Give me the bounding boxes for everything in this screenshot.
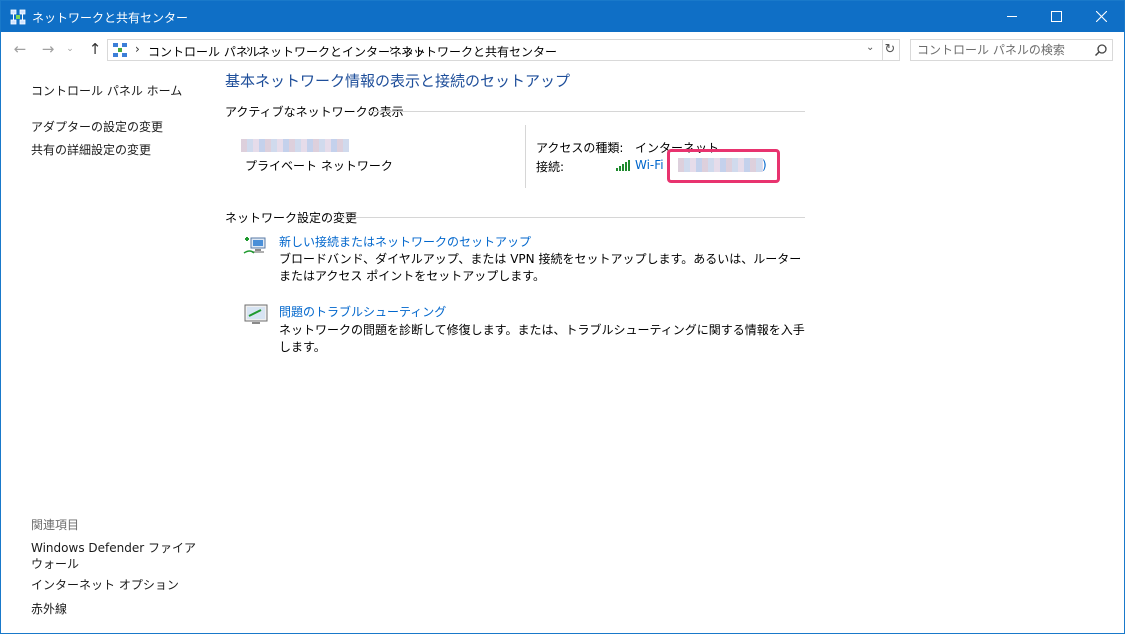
network-center-icon xyxy=(10,9,26,25)
highlight-box xyxy=(667,149,780,183)
related-items-label: 関連項目 xyxy=(31,518,80,532)
title-bar[interactable]: ネットワークと共有センター xyxy=(1,1,1124,32)
address-dropdown-icon[interactable]: ⌄ xyxy=(866,42,874,53)
change-adapter-settings-link[interactable]: アダプターの設定の変更 xyxy=(31,118,163,135)
troubleshoot-description: ネットワークの問題を診断して修復します。または、トラブルシューティングに関する情… xyxy=(279,323,805,354)
section-divider xyxy=(368,111,805,112)
setup-new-connection-link[interactable]: 新しい接続またはネットワークのセットアップ xyxy=(279,233,531,250)
breadcrumb-separator[interactable]: › xyxy=(246,42,251,56)
advanced-sharing-settings-link[interactable]: 共有の詳細設定の変更 xyxy=(31,141,151,158)
troubleshoot-icon xyxy=(244,304,268,324)
close-button[interactable] xyxy=(1079,1,1124,32)
refresh-button[interactable]: ↻ xyxy=(881,39,900,61)
breadcrumb-separator[interactable]: › xyxy=(389,42,394,56)
breadcrumb-sharing-center[interactable]: ネットワークと共有センター xyxy=(401,43,557,60)
search-icon[interactable] xyxy=(1094,43,1108,57)
change-settings-heading: ネットワーク設定の変更 xyxy=(225,211,358,225)
firewall-link[interactable]: Windows Defender ファイアウォール xyxy=(31,540,199,572)
infrared-link[interactable]: 赤外線 xyxy=(31,600,67,617)
close-icon xyxy=(1095,10,1108,22)
access-type-label: アクセスの種類: xyxy=(536,141,624,155)
connection-label: 接続: xyxy=(536,160,565,174)
back-button[interactable]: ← xyxy=(11,40,29,58)
wifi-connection-link[interactable]: Wi-Fi xyxy=(635,158,664,172)
maximize-icon xyxy=(1051,10,1062,22)
window-title: ネットワークと共有センター xyxy=(32,11,189,25)
search-box[interactable] xyxy=(910,39,1113,61)
section-divider xyxy=(339,217,805,218)
address-bar[interactable]: › コントロール パネル › ネットワークとインターネット › ネットワークと共… xyxy=(107,39,883,61)
control-panel-home-link[interactable]: コントロール パネル ホーム xyxy=(31,82,182,99)
troubleshoot-link[interactable]: 問題のトラブルシューティング xyxy=(279,303,446,320)
navigation-bar: ← → ⌄ ↑ › コントロール パネル › ネットワークとインターネット › … xyxy=(1,32,1124,66)
maximize-button[interactable] xyxy=(1034,1,1079,32)
app-window: ネットワークと共有センター ← → ⌄ ↑ › コントロール パネル › ネット… xyxy=(0,0,1125,634)
minimize-button[interactable] xyxy=(989,1,1034,32)
up-button[interactable]: ↑ xyxy=(86,40,104,58)
recent-locations-button[interactable]: ⌄ xyxy=(63,40,77,58)
setup-new-connection-description: ブロードバンド、ダイヤルアップ、または VPN 接続をセットアップします。あるい… xyxy=(279,252,802,283)
redacted-network-name xyxy=(241,139,349,152)
left-navigation-pane: コントロール パネル ホーム アダプターの設定の変更 共有の詳細設定の変更 関連… xyxy=(1,66,211,632)
search-input[interactable] xyxy=(917,42,1087,57)
page-title: 基本ネットワーク情報の表示と接続のセットアップ xyxy=(225,72,571,90)
internet-options-link[interactable]: インターネット オプション xyxy=(31,576,179,593)
forward-button[interactable]: → xyxy=(39,40,57,58)
minimize-icon xyxy=(1006,15,1017,17)
vertical-divider xyxy=(525,125,526,188)
breadcrumb-separator[interactable]: › xyxy=(135,42,140,56)
breadcrumb-control-panel[interactable]: コントロール パネル xyxy=(148,43,260,60)
network-type-label: プライベート ネットワーク xyxy=(245,159,393,173)
new-connection-icon xyxy=(243,237,266,254)
wifi-signal-icon xyxy=(616,160,630,171)
control-panel-icon xyxy=(113,43,127,57)
